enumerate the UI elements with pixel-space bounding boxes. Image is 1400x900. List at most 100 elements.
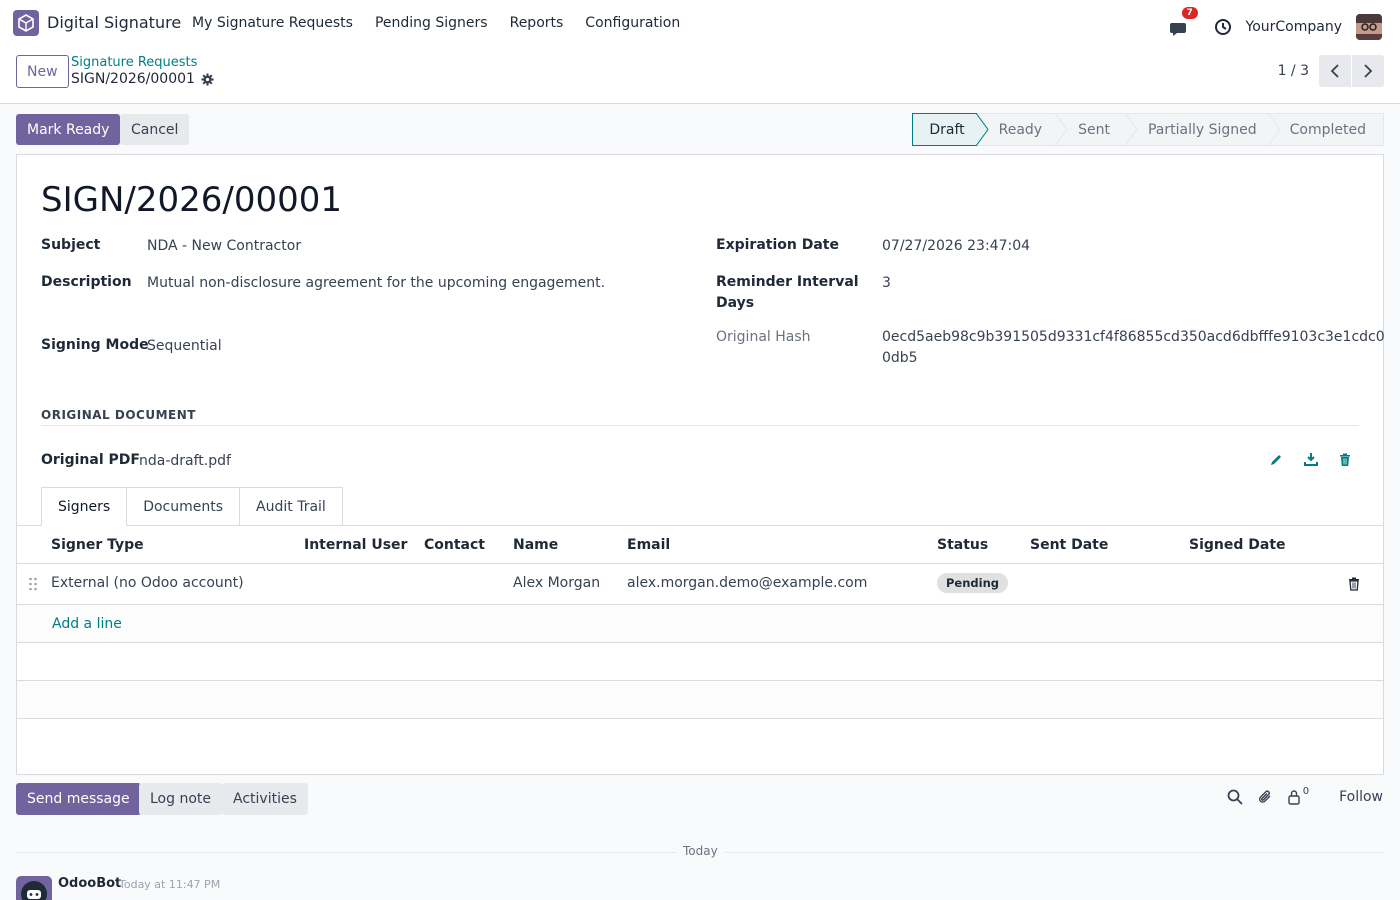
original-pdf-filename[interactable]: nda-draft.pdf bbox=[139, 453, 231, 469]
record-title: SIGN/2026/00001 bbox=[41, 180, 342, 220]
new-button[interactable]: New bbox=[16, 55, 69, 88]
chatter-tools: 0 Follow bbox=[1227, 785, 1383, 805]
original-hash-line1: 0ecd5aeb98c9b391505d9331cf4f86855cd350ac… bbox=[882, 329, 1385, 345]
search-icon[interactable] bbox=[1227, 789, 1243, 805]
menu-reports[interactable]: Reports bbox=[510, 15, 564, 31]
status-badge: Pending bbox=[937, 573, 1009, 593]
followers-lock-icon[interactable] bbox=[1287, 789, 1301, 805]
signing-mode-field[interactable]: Sequential bbox=[147, 338, 222, 354]
download-icon[interactable] bbox=[1304, 452, 1318, 466]
column-header-signed-date[interactable]: Signed Date bbox=[1189, 537, 1286, 553]
reminder-interval-field[interactable]: 3 bbox=[882, 275, 891, 291]
cell-signer-type[interactable]: External (no Odoo account) bbox=[51, 575, 244, 591]
log-note-button[interactable]: Log note bbox=[139, 783, 222, 815]
original-pdf-label: Original PDF bbox=[41, 452, 140, 468]
column-header-email[interactable]: Email bbox=[627, 537, 670, 553]
stage-completed[interactable]: Completed bbox=[1268, 113, 1384, 146]
menu-my-signature-requests[interactable]: My Signature Requests bbox=[192, 15, 353, 31]
stage-completed-label: Completed bbox=[1289, 121, 1366, 138]
date-separator-label: Today bbox=[676, 844, 725, 858]
stage-draft[interactable]: Draft bbox=[912, 113, 989, 146]
odoobot-avatar bbox=[16, 876, 52, 900]
tab-documents-label: Documents bbox=[143, 499, 224, 515]
notebook-tabs: Signers Documents Audit Trail bbox=[41, 487, 343, 526]
app-home-icon[interactable] bbox=[13, 10, 39, 36]
top-navbar: Digital Signature My Signature Requests … bbox=[0, 0, 1400, 46]
messaging-icon[interactable]: 7 bbox=[1169, 7, 1198, 36]
follow-button[interactable]: Follow bbox=[1339, 789, 1383, 805]
pager: 1 / 3 bbox=[1278, 55, 1384, 87]
subject-field[interactable]: NDA - New Contractor bbox=[147, 238, 301, 254]
column-header-status[interactable]: Status bbox=[937, 537, 988, 553]
form-sheet: SIGN/2026/00001 Subject NDA - New Contra… bbox=[16, 154, 1385, 775]
breadcrumb-current-label: SIGN/2026/00001 bbox=[71, 71, 195, 87]
original-hash-line2: 0db5 bbox=[882, 350, 918, 366]
add-a-line-link[interactable]: Add a line bbox=[52, 616, 122, 632]
message-count-badge: 7 bbox=[1181, 7, 1198, 19]
section-title-original-document: ORIGINAL DOCUMENT bbox=[41, 408, 196, 422]
tab-documents[interactable]: Documents bbox=[126, 487, 241, 526]
original-hash-label: Original Hash bbox=[716, 329, 811, 345]
send-message-button[interactable]: Send message bbox=[16, 783, 141, 815]
column-header-contact[interactable]: Contact bbox=[424, 537, 485, 553]
subject-label: Subject bbox=[41, 237, 101, 253]
column-header-signer-type[interactable]: Signer Type bbox=[51, 537, 144, 553]
stage-ready-label: Ready bbox=[998, 121, 1043, 138]
activities-button[interactable]: Activities bbox=[222, 783, 308, 815]
message-timestamp: Today at 11:47 PM bbox=[119, 878, 221, 891]
expiration-date-field[interactable]: 07/27/2026 23:47:04 bbox=[882, 238, 1030, 254]
cell-email[interactable]: alex.morgan.demo@example.com bbox=[627, 575, 867, 591]
breadcrumb-parent-link[interactable]: Signature Requests bbox=[71, 55, 197, 70]
app-name[interactable]: Digital Signature bbox=[47, 13, 181, 32]
stage-sent-label: Sent bbox=[1078, 121, 1110, 138]
tab-audit-trail[interactable]: Audit Trail bbox=[239, 487, 343, 526]
section-divider bbox=[41, 425, 1359, 426]
empty-row bbox=[17, 643, 1383, 681]
cancel-button[interactable]: Cancel bbox=[120, 114, 190, 145]
signers-table-header: Signer Type Internal User Contact Name E… bbox=[17, 526, 1383, 564]
main-menu: My Signature Requests Pending Signers Re… bbox=[192, 15, 702, 31]
control-panel: New Signature Requests SIGN/2026/00001 1… bbox=[0, 46, 1400, 104]
column-header-internal-user[interactable]: Internal User bbox=[304, 537, 407, 553]
activity-clock-icon[interactable] bbox=[1214, 18, 1232, 36]
menu-pending-signers[interactable]: Pending Signers bbox=[375, 15, 488, 31]
edit-pencil-icon[interactable] bbox=[1269, 453, 1283, 467]
tab-signers-label: Signers bbox=[58, 498, 111, 515]
pager-value[interactable]: 1 / 3 bbox=[1278, 63, 1309, 79]
add-line-row: Add a line bbox=[17, 605, 1383, 643]
expiration-date-label: Expiration Date bbox=[716, 237, 839, 253]
gear-icon[interactable] bbox=[201, 72, 214, 86]
status-bar: Draft Ready Sent Partially Signed Comple… bbox=[912, 113, 1384, 146]
mark-ready-button[interactable]: Mark Ready bbox=[16, 114, 121, 145]
pager-previous-button[interactable] bbox=[1319, 55, 1351, 87]
description-field[interactable]: Mutual non-disclosure agreement for the … bbox=[147, 275, 605, 291]
table-row[interactable]: External (no Odoo account) Alex Morgan a… bbox=[17, 564, 1383, 605]
breadcrumb-current: SIGN/2026/00001 bbox=[71, 71, 214, 87]
delete-row-icon[interactable] bbox=[1348, 577, 1360, 591]
signing-mode-label: Signing Mode bbox=[41, 337, 149, 353]
reminder-interval-label: Reminder Interval bbox=[716, 274, 859, 290]
chevron-left-icon bbox=[1330, 64, 1339, 78]
followers-count: 0 bbox=[1302, 785, 1310, 797]
pager-next-button[interactable] bbox=[1352, 55, 1384, 87]
tab-audit-trail-label: Audit Trail bbox=[256, 499, 326, 515]
column-header-name[interactable]: Name bbox=[513, 537, 558, 553]
tab-signers[interactable]: Signers bbox=[41, 487, 128, 526]
trash-icon[interactable] bbox=[1339, 453, 1351, 467]
company-switcher[interactable]: YourCompany bbox=[1246, 19, 1343, 35]
description-label: Description bbox=[41, 274, 132, 290]
stage-partially-signed[interactable]: Partially Signed bbox=[1125, 113, 1281, 146]
reminder-interval-label-line2: Days bbox=[716, 295, 755, 311]
navbar-right: 7 YourCompany bbox=[1169, 7, 1382, 40]
chevron-right-icon bbox=[1364, 64, 1373, 78]
drag-handle-icon[interactable] bbox=[28, 577, 38, 591]
message-author[interactable]: OdooBot bbox=[58, 876, 121, 891]
user-avatar[interactable] bbox=[1356, 14, 1382, 40]
paperclip-icon[interactable] bbox=[1257, 789, 1273, 805]
empty-row bbox=[17, 681, 1383, 719]
stage-draft-label: Draft bbox=[929, 121, 965, 138]
stage-partially-signed-label: Partially Signed bbox=[1147, 121, 1257, 138]
cell-name[interactable]: Alex Morgan bbox=[513, 575, 600, 591]
column-header-sent-date[interactable]: Sent Date bbox=[1030, 537, 1108, 553]
menu-configuration[interactable]: Configuration bbox=[585, 15, 680, 31]
